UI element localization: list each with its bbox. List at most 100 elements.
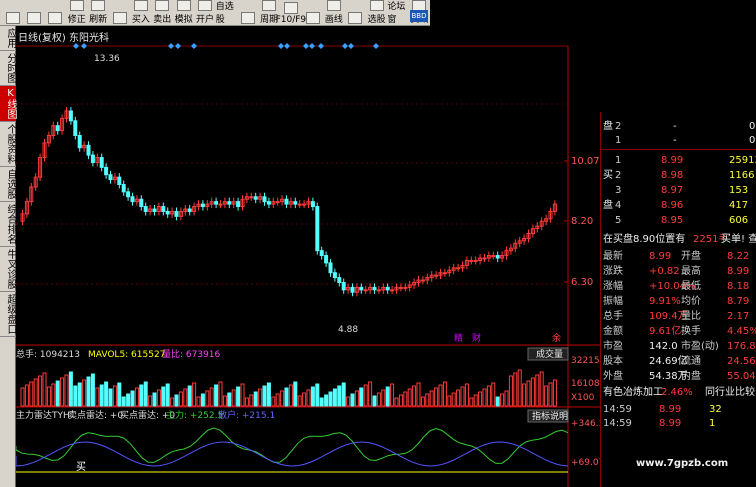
orderbook-sell-row: 盘2 - 0 [601,120,756,133]
volume-bar [183,388,188,407]
stat-row-cell: 8.18 [727,281,750,292]
volume-bar [271,396,276,407]
toolbar-button-17[interactable]: 选股 [366,0,387,26]
toolbar-button-11[interactable] [237,0,258,26]
stat-row: 涨跌 +0.82 最高 8.99 [601,265,756,278]
side-tab-7[interactable]: 超级盘口 [0,292,16,337]
toolbar-button-9[interactable]: 开户 [194,0,215,26]
volume-bar [368,381,373,407]
brand-logo: BBD [410,10,428,22]
quote-panel: 盘2-01-018.9925913买28.98116638.97153盘48.9… [600,112,756,487]
volume-bar [95,387,100,407]
volume-bar [346,396,351,407]
toolbar-button-16[interactable] [345,0,366,26]
volume-bar [337,385,342,407]
volume-bar [522,383,527,407]
marker-diamond [175,43,181,49]
toolbar-label: 修正 [67,14,86,25]
toolbar-button-5[interactable] [109,0,130,26]
volume-bar [121,396,126,407]
volume-bar [108,388,113,407]
volume-bar [416,382,421,407]
toolbar-label: 买入 [131,14,150,25]
price-axis-label: 10.07 [571,156,600,167]
marker-diamond [309,43,315,49]
stat-row: 股本24.69亿流通24.56亿 [601,355,756,368]
candle-body [249,196,254,199]
stat-row-cell: 市盈(动) [681,341,719,352]
volume-bar [548,382,553,407]
candle-body [99,157,104,168]
volume-bar [29,381,34,407]
stat-row-cell: 涨跌 [603,266,623,277]
toolbar-button-3[interactable]: 修正 [66,0,87,26]
toolbar-button-15[interactable]: 画线 [323,0,344,26]
volume-bar [315,383,320,407]
candle-body [275,201,280,204]
event-marker: 余 [552,332,561,344]
toolbar-button-10[interactable]: 自选股 [216,0,237,26]
candle-body [385,286,390,291]
volume-bar [214,384,219,407]
indicator-retail: 散户: +215.1 [218,409,275,421]
toolbar-button-14[interactable] [302,0,323,26]
side-tab-0[interactable]: 应用 [0,26,16,51]
side-tab-2[interactable]: K线图 [0,86,16,122]
candle-body [491,255,496,258]
candle-body [390,289,395,292]
orderbook-buy-row-cell: 417 [729,200,749,211]
kline-chart-area[interactable]: 10.07 8.20 6.30 13.36 4.88 精财 余总手: 1094213 MAVO… [16,26,600,487]
orderbook-sell-row-cell: 0 [749,121,756,132]
side-tab-5[interactable]: 综合排名 [0,202,16,247]
volume-bar [227,392,232,407]
toolbar-icon [69,0,84,11]
candle-body [376,289,381,292]
candle-body [315,206,320,252]
orderbook-sell-row-cell: 1 [615,135,622,146]
toolbar-icon [198,0,213,11]
volume-bar [394,397,399,407]
volume-bar [442,381,447,407]
volume-bar [372,395,377,407]
toolbar-label: 自选股 [215,1,234,25]
volume-bar [46,386,51,407]
toolbar-button-1[interactable] [23,0,44,26]
volume-bar [161,386,166,407]
volume-bar [390,383,395,407]
side-tab-4[interactable]: 自选股 [0,167,16,202]
tick-row: 14:59 8.99 1 [601,417,756,430]
toolbar-button-2[interactable] [45,0,66,26]
toolbar-button-7[interactable]: 卖出 [152,0,173,26]
toolbar-icon [133,0,148,11]
side-tab-3[interactable]: 个股资料 [0,122,16,167]
toolbar-label: 模拟 [174,14,193,25]
stat-row-cell: 外盘 [603,371,623,382]
volume-bar [500,393,505,407]
volume-bar [104,381,109,407]
toolbar-icon [112,11,127,24]
volume-bar [130,390,135,407]
low-annotation: 4.88 [338,325,358,335]
orderbook-buy-row-cell: 8.95 [661,215,684,226]
tick-row-cell: 8.99 [659,418,682,429]
side-tab-1[interactable]: 分时图 [0,51,16,86]
volume-bar [112,385,117,407]
side-tab-6[interactable]: 牛叉诊股 [0,247,16,292]
toolbar-button-8[interactable]: 模拟 [173,0,194,26]
volume-bar [126,393,131,407]
volume-bar [539,371,544,407]
volume-bar [385,386,390,407]
volume-bar [508,375,513,407]
toolbar-button-18[interactable]: 论坛窗 [387,0,408,26]
indicator-sell: 卖点雷达: +0 [68,409,123,421]
toolbar-button-4[interactable]: 刷新 [88,0,109,26]
volume-bar [495,396,500,407]
orderbook-buy-row: 盘 4 8.96 417 [601,199,756,212]
marker-diamond [373,43,379,49]
toolbar-button-6[interactable]: 买入 [130,0,151,26]
marker-diamond [284,43,290,49]
volume-bar [24,384,29,407]
volume-bar [117,382,122,407]
toolbar-button-0[interactable] [2,0,23,26]
toolbar-button-13[interactable]: F10/F9 [276,0,306,26]
